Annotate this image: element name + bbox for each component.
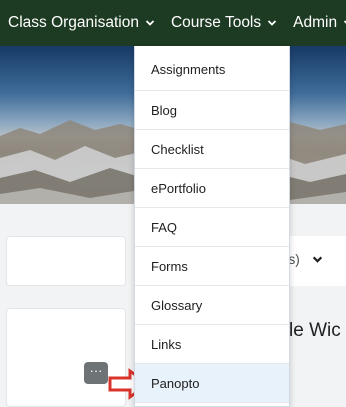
menu-item-faq[interactable]: FAQ — [135, 208, 289, 247]
chevron-down-icon — [145, 20, 155, 26]
chevron-down-icon — [268, 20, 277, 26]
content-card — [6, 236, 126, 286]
menu-item-forms[interactable]: Forms — [135, 247, 289, 286]
course-tools-dropdown-menu: Assignments Blog Checklist ePortfolio FA… — [134, 46, 290, 407]
more-options-button[interactable]: ··· — [84, 362, 108, 384]
nav-admin-label: Admin — [293, 14, 338, 31]
nav-admin[interactable]: Admin — [293, 14, 346, 32]
menu-item-eportfolio[interactable]: ePortfolio — [135, 169, 289, 208]
menu-item-panopto[interactable]: Panopto — [135, 364, 289, 403]
nav-class-organisation[interactable]: Class Organisation — [8, 14, 155, 32]
menu-item-assignments[interactable]: Assignments — [135, 46, 289, 91]
menu-item-links[interactable]: Links — [135, 325, 289, 364]
menu-item-glossary[interactable]: Glossary — [135, 286, 289, 325]
menu-item-blog[interactable]: Blog — [135, 91, 289, 130]
nav-course-tools[interactable]: Course Tools — [171, 14, 277, 32]
nav-course-tools-label: Course Tools — [170, 14, 262, 31]
module-heading: le Wic — [289, 320, 341, 341]
nav-class-organisation-label: Class Organisation — [8, 14, 139, 31]
menu-item-checklist[interactable]: Checklist — [135, 130, 289, 169]
course-navbar: Class Organisation Course Tools Admin — [0, 0, 346, 46]
chevron-down-icon — [312, 256, 322, 263]
